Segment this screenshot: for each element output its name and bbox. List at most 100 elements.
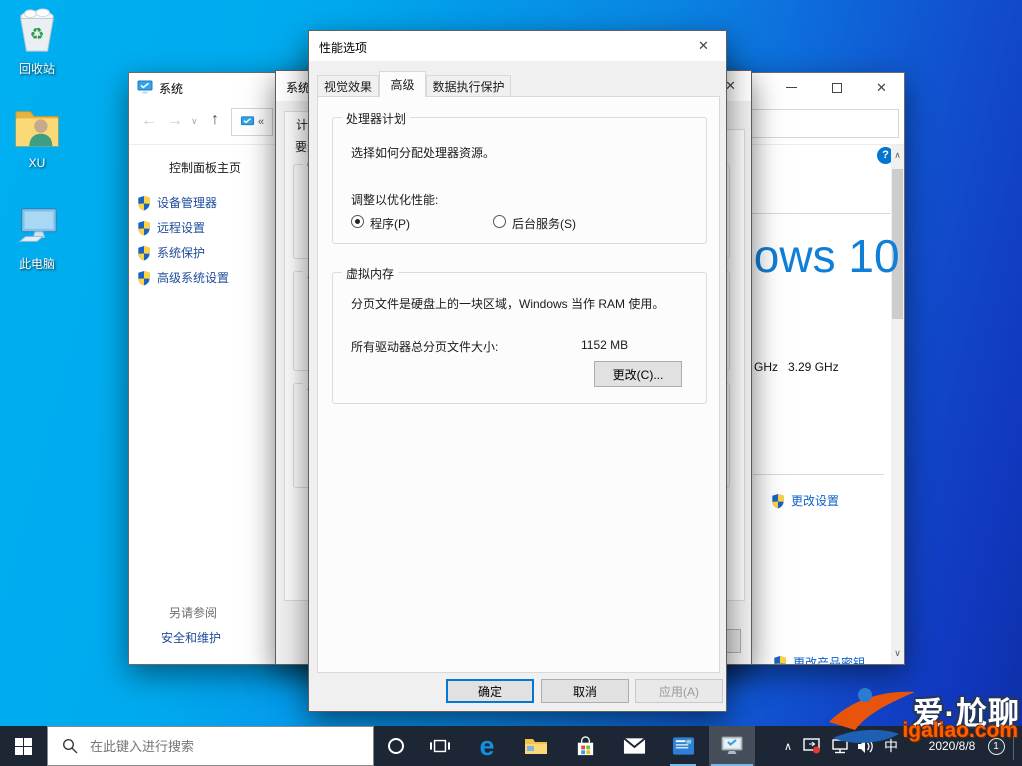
sidebar-item-label: 远程设置	[157, 221, 206, 235]
group-label: 虚拟内存	[342, 265, 399, 282]
tray-display-notification[interactable]	[799, 726, 825, 766]
history-chevron-icon[interactable]: ∨	[191, 116, 198, 127]
ok-button[interactable]: 确定	[446, 679, 534, 703]
task-view-button[interactable]	[418, 726, 462, 766]
tray-notification-button[interactable]: 1	[983, 726, 1009, 766]
apply-button[interactable]: 应用(A)	[635, 679, 723, 703]
change-settings-label: 更改设置	[791, 494, 840, 508]
search-box[interactable]	[746, 109, 899, 138]
user-folder-icon	[15, 111, 59, 147]
uac-shield-icon	[773, 655, 787, 664]
up-icon[interactable]: ↑	[211, 111, 219, 129]
system-window-title: 系统	[159, 82, 184, 96]
sidebar-item-label: 设备管理器	[157, 196, 218, 210]
desktop-icon-this-pc[interactable]: 此电脑	[0, 203, 74, 272]
svg-text:♻: ♻	[30, 26, 45, 44]
task-view-icon	[430, 739, 450, 753]
performance-dialog-title: 性能选项	[319, 41, 368, 55]
system-window-icon	[137, 80, 153, 94]
section-divider	[753, 474, 884, 475]
virtual-memory-group: 虚拟内存 分页文件是硬盘上的一块区域，Windows 当作 RAM 使用。 所有…	[332, 265, 707, 404]
change-product-key-link[interactable]: 更改产品密钥	[773, 654, 866, 665]
tray-volume-button[interactable]	[853, 726, 879, 766]
maximize-button[interactable]	[814, 73, 859, 102]
sidebar-item-system-protection[interactable]: 系统保护	[137, 244, 205, 261]
close-button[interactable]: ✕	[681, 31, 726, 60]
performance-dialog-titlebar[interactable]: 性能选项 ✕	[309, 31, 726, 61]
tab-dep[interactable]: 数据执行保护	[426, 75, 511, 96]
paging-file-desc: 分页文件是硬盘上的一块区域，Windows 当作 RAM 使用。	[351, 297, 665, 311]
tab-visual-effects[interactable]: 视觉效果	[317, 75, 379, 96]
cancel-button[interactable]: 取消	[541, 679, 629, 703]
forward-icon[interactable]: →	[167, 112, 183, 130]
tray-network-button[interactable]	[827, 726, 853, 766]
cortana-button[interactable]	[374, 726, 418, 766]
tray-expand-button[interactable]: ∧	[777, 726, 799, 766]
scroll-up-icon[interactable]: ∧	[891, 150, 904, 161]
store-button[interactable]	[562, 726, 608, 766]
desktop: ♻ 回收站 XU 此电脑 系统 ✕ ← → ∨ ↑ « ? ∧ ∨ 控制面板主页…	[0, 0, 1022, 766]
change-product-key-label: 更改产品密钥	[793, 656, 866, 665]
sidebar-item-remote-settings[interactable]: 远程设置	[137, 219, 205, 236]
show-desktop-divider	[1013, 732, 1014, 760]
radio-programs-label[interactable]: 程序(P)	[370, 215, 410, 232]
edge-button[interactable]: e	[464, 726, 510, 766]
taskbar: e	[0, 726, 1022, 766]
desktop-icon-label: 回收站	[18, 62, 55, 76]
close-icon: ✕	[876, 80, 887, 95]
address-collapsed-button[interactable]: «	[231, 108, 273, 136]
back-icon[interactable]: ←	[141, 112, 157, 130]
system-settings-app-button[interactable]	[660, 726, 706, 766]
notification-badge: 1	[987, 737, 1005, 755]
start-button[interactable]	[0, 726, 47, 766]
mail-button[interactable]	[611, 726, 657, 766]
radio-services-label[interactable]: 后台服务(S)	[512, 215, 576, 232]
chevrons-left-icon: «	[257, 116, 265, 128]
radio-programs[interactable]	[351, 215, 364, 228]
mail-icon	[622, 737, 646, 754]
desktop-icon-label: 此电脑	[18, 257, 55, 271]
search-input[interactable]	[90, 738, 340, 754]
advanced-tabpage: 处理器计划 选择如何分配处理器资源。 调整以优化性能: 程序(P) 后台服务(S…	[317, 96, 720, 673]
file-explorer-icon	[525, 739, 547, 754]
scroll-down-icon[interactable]: ∨	[891, 648, 904, 659]
desktop-icon-recycle-bin[interactable]: ♻ 回收站	[0, 8, 74, 77]
network-icon	[832, 738, 848, 753]
this-pc-icon	[18, 208, 57, 242]
total-paging-label: 所有驱动器总分页文件大小:	[351, 340, 499, 354]
file-explorer-button[interactable]	[513, 726, 559, 766]
uac-shield-icon	[771, 493, 785, 509]
tray-ime-indicator[interactable]: 中	[879, 726, 903, 766]
scrollbar[interactable]: ∧ ∨	[891, 145, 904, 664]
tray-clock-date[interactable]: 2020/8/8	[917, 726, 987, 766]
change-settings-link[interactable]: 更改设置	[771, 492, 839, 509]
uac-shield-icon	[137, 270, 151, 286]
system-window-taskbar-button[interactable]	[709, 726, 755, 766]
change-button[interactable]: 更改(C)...	[594, 361, 682, 387]
processor-desc: 选择如何分配处理器资源。	[351, 146, 496, 160]
uac-shield-icon	[137, 195, 151, 211]
edge-icon: e	[479, 730, 495, 761]
settings-doc-icon	[672, 737, 694, 755]
recycle-bin-icon: ♻	[20, 8, 54, 52]
desktop-icon-xu-folder[interactable]: XU	[0, 106, 74, 170]
speaker-icon	[858, 739, 873, 753]
minimize-icon	[786, 87, 797, 88]
tab-advanced[interactable]: 高级	[379, 71, 426, 97]
sidebar-item-label: 系统保护	[157, 246, 206, 260]
taskbar-search[interactable]	[47, 726, 374, 766]
radio-background-services[interactable]	[493, 215, 506, 228]
close-button[interactable]: ✕	[859, 73, 904, 102]
minimize-button[interactable]	[769, 73, 814, 102]
desktop-icon-label: XU	[28, 156, 46, 170]
sidebar-item-label: 高级系统设置	[157, 271, 230, 285]
system-monitor-icon	[721, 736, 743, 754]
adjust-label: 调整以优化性能:	[351, 193, 439, 207]
sidebar-item-advanced-settings[interactable]: 高级系统设置	[137, 269, 229, 286]
sidebar-home[interactable]: 控制面板主页	[169, 159, 241, 176]
section-divider	[751, 213, 891, 214]
performance-options-dialog: 性能选项 ✕ 视觉效果 高级 数据执行保护 处理器计划 选择如何分配处理器资源。…	[308, 30, 727, 712]
sidebar-item-device-manager[interactable]: 设备管理器	[137, 194, 217, 211]
security-maintenance-link[interactable]: 安全和维护	[161, 629, 221, 646]
system-mini-icon	[240, 116, 254, 126]
